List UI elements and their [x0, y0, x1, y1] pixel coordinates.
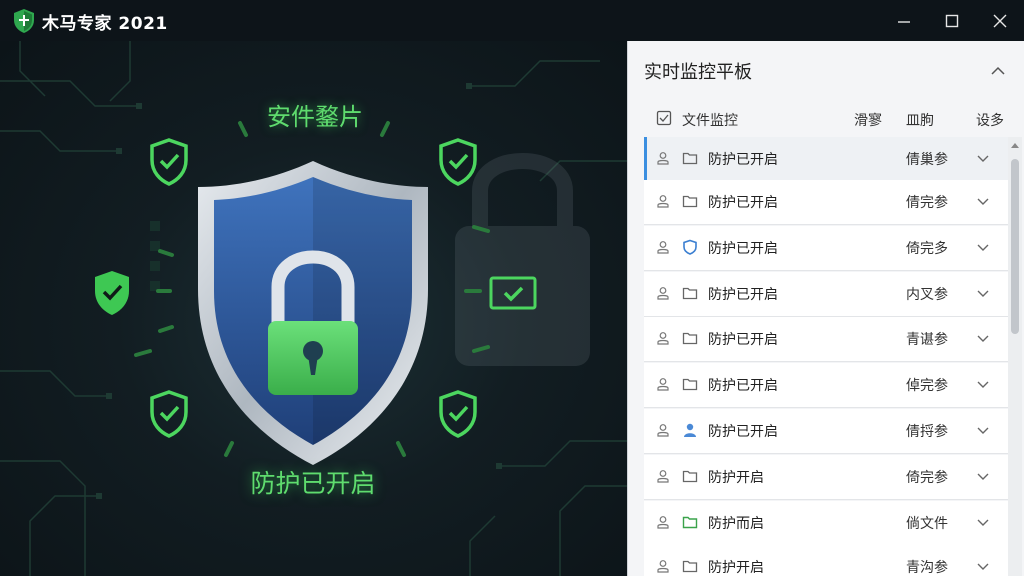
chevron-down-icon[interactable] [976, 469, 990, 483]
scroll-up-button[interactable] [1008, 139, 1022, 151]
chevron-down-icon[interactable] [976, 151, 990, 165]
column-header-2[interactable]: 滑寥 [854, 110, 882, 130]
monitor-row[interactable]: 防护开启 青沟参 [644, 545, 1008, 576]
folder-green-icon [682, 516, 698, 529]
monitor-row[interactable]: 防护开启 倚完参 [644, 455, 1008, 500]
user-outline-icon [657, 332, 669, 345]
panel-collapse-button[interactable] [988, 61, 1008, 81]
title-bar: 木马专家 2021 [0, 0, 1024, 41]
user-outline-icon [657, 241, 669, 254]
user-outline-icon [657, 195, 669, 208]
row-value: 倬完参 [906, 378, 948, 394]
row-status-label: 防护而启 [708, 516, 764, 532]
chevron-down-icon[interactable] [976, 194, 990, 208]
scroll-up-arrow-icon [1011, 143, 1019, 148]
monitor-check-icon [489, 276, 537, 310]
folder-icon [682, 560, 698, 573]
maximize-icon [945, 14, 959, 27]
panel-title: 实时监控平板 [644, 62, 752, 83]
user-icon [684, 423, 696, 437]
row-value: 倘文件 [906, 516, 948, 532]
main-shield-lock-icon [198, 161, 428, 465]
row-status-label: 防护开启 [708, 560, 764, 576]
chevron-down-icon[interactable] [976, 515, 990, 529]
close-icon [993, 14, 1007, 27]
chevron-down-icon[interactable] [976, 377, 990, 391]
column-header-3[interactable]: 皿朐 [906, 110, 934, 130]
row-value: 倚完多 [906, 241, 948, 257]
row-value: 倚完参 [906, 470, 948, 486]
chevron-down-icon[interactable] [976, 423, 990, 437]
user-outline-icon [657, 470, 669, 483]
chevron-down-icon[interactable] [976, 240, 990, 254]
minimize-button[interactable] [880, 0, 928, 41]
row-value: 青沟参 [906, 560, 948, 576]
monitor-row[interactable]: 防护已开启 倬完参 [644, 363, 1008, 408]
row-status-label: 防护已开启 [708, 378, 778, 394]
user-outline-icon [657, 378, 669, 391]
row-status-label: 防护已开启 [708, 152, 778, 168]
shield-icon [683, 239, 697, 255]
scrollbar-thumb[interactable] [1011, 159, 1019, 334]
row-value: 倩完参 [906, 195, 948, 211]
shield-check-icon [439, 390, 477, 438]
monitor-row[interactable]: 防护而启 倘文件 [644, 501, 1008, 546]
monitor-row[interactable]: 防护已开启 倩捋参 [644, 409, 1008, 454]
folder-icon [682, 195, 698, 208]
user-outline-icon [657, 152, 669, 165]
column-header-name[interactable]: 文件监控 [682, 110, 738, 130]
protection-hero: 安件鍪片 防护已开启 [0, 41, 627, 576]
folder-icon [682, 152, 698, 165]
monitor-row[interactable]: 防护已开启 倩巢参 [644, 137, 1008, 182]
folder-icon [682, 378, 698, 391]
shield-check-icon [439, 138, 477, 186]
row-status-label: 防护已开启 [708, 287, 778, 303]
row-value: 内叉参 [906, 287, 948, 303]
shield-check-filled-icon [95, 271, 129, 315]
monitor-row[interactable]: 防护已开启 倚完多 [644, 226, 1008, 271]
row-value: 青谌参 [906, 332, 948, 348]
row-status-label: 防护已开启 [708, 332, 778, 348]
row-value: 倩巢参 [906, 152, 948, 168]
user-outline-icon [657, 516, 669, 529]
maximize-button[interactable] [928, 0, 976, 41]
monitor-row[interactable]: 防护已开启 内叉参 [644, 272, 1008, 317]
shield-check-icon [150, 390, 188, 438]
row-value: 倩捋参 [906, 424, 948, 440]
protection-status-label: 防护已开启 [250, 469, 376, 498]
chevron-up-icon [991, 66, 1005, 75]
row-status-label: 防护开启 [708, 470, 764, 486]
scrollbar[interactable] [1008, 137, 1022, 576]
chevron-down-icon[interactable] [976, 559, 990, 573]
monitor-row[interactable]: 防护已开启 倩完参 [644, 180, 1008, 225]
column-header-4[interactable]: 设多 [976, 110, 1004, 130]
folder-icon [682, 332, 698, 345]
feature-label: 安件鍪片 [267, 103, 363, 131]
folder-icon [682, 470, 698, 483]
shield-check-icon [150, 138, 188, 186]
app-shield-logo-icon [14, 9, 34, 33]
user-outline-icon [657, 560, 669, 573]
folder-icon [682, 287, 698, 300]
realtime-monitor-panel: 实时监控平板 文件监控 滑寥 皿朐 设多 防护已开启 倩巢参 防护已开启 倩完参 防护已… [627, 41, 1024, 576]
user-outline-icon [657, 424, 669, 437]
chevron-down-icon[interactable] [976, 286, 990, 300]
row-status-label: 防护已开启 [708, 424, 778, 440]
checklist-icon [656, 110, 672, 126]
close-button[interactable] [976, 0, 1024, 41]
user-outline-icon [657, 287, 669, 300]
row-status-label: 防护已开启 [708, 241, 778, 257]
table-header: 文件监控 滑寥 皿朐 设多 [644, 103, 1008, 138]
chevron-down-icon[interactable] [976, 331, 990, 345]
app-title: 木马专家 2021 [42, 14, 168, 34]
minimize-icon [898, 20, 910, 23]
row-status-label: 防护已开启 [708, 195, 778, 211]
monitor-row[interactable]: 防护已开启 青谌参 [644, 317, 1008, 362]
